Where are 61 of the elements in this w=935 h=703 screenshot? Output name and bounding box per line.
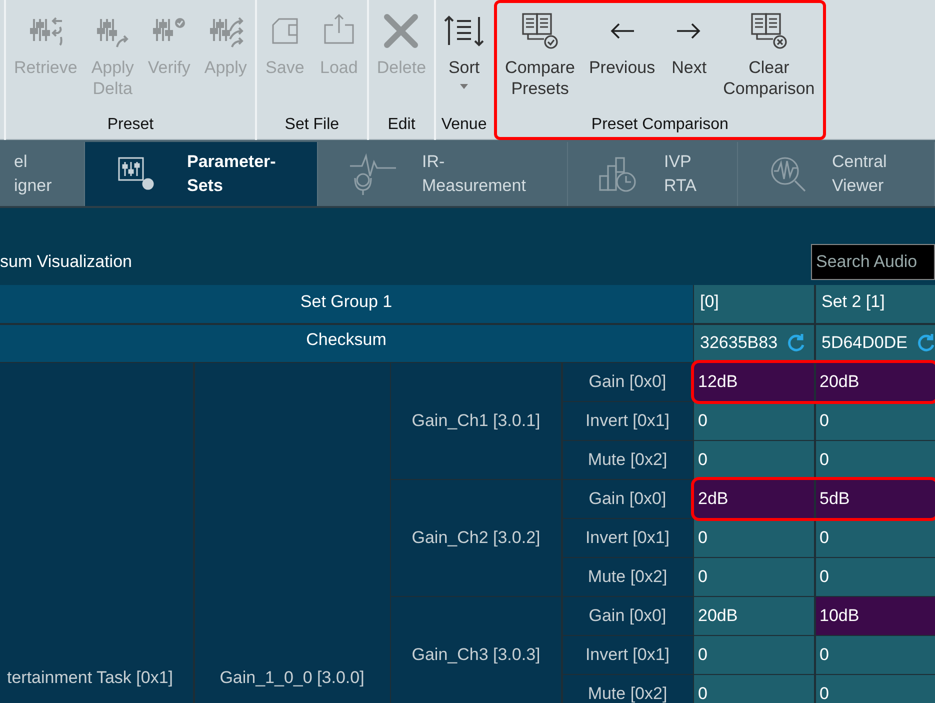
value-cell: 0 — [694, 402, 814, 440]
channel-label: Gain_Ch1 [3.0.1] — [412, 410, 540, 432]
refresh-icon[interactable] — [786, 333, 806, 353]
search-field[interactable]: Search Audio — [811, 244, 935, 280]
parameter-label: Invert [0x1] — [585, 644, 670, 666]
refresh-icon[interactable] — [916, 333, 935, 353]
value-cell: 0 — [816, 402, 935, 440]
value-cell: 20dB — [694, 597, 814, 634]
value-cell: 0 — [816, 519, 935, 556]
ribbon-group-label: Preset Comparison — [591, 115, 728, 135]
module-tab[interactable]: IR- Measurement — [318, 142, 568, 206]
ribbon-group-label: Set File — [284, 115, 340, 135]
module-tab[interactable]: Central Viewer — [738, 142, 935, 206]
parameter-label: Gain [0x0] — [588, 371, 666, 393]
value-cell: 0 — [816, 558, 935, 596]
ribbon-group-label: Preset — [107, 115, 154, 135]
value-cell: 0 — [694, 558, 814, 596]
panel-title: sum Visualization — [0, 250, 132, 273]
value-cell: 0 — [694, 519, 814, 556]
value-cell: 10dB — [816, 597, 935, 634]
waveform-microphone-icon — [348, 152, 398, 196]
parameter-label: Mute [0x2] — [588, 449, 668, 471]
value-cell: 0 — [816, 675, 935, 703]
value-cell: 2dB — [694, 480, 814, 518]
parameter-label: Mute [0x2] — [588, 566, 668, 588]
channel-label: Gain_Ch2 [3.0.2] — [412, 527, 540, 549]
set-header: [0] — [694, 285, 814, 323]
channel-label: Gain_Ch3 [3.0.3] — [412, 644, 540, 666]
ribbon-button[interactable]: Next — [665, 5, 714, 111]
ribbon-group-label: Venue — [441, 115, 487, 135]
parameter-label: Mute [0x2] — [588, 683, 668, 703]
caret-icon — [460, 84, 468, 89]
value-cell: 0 — [816, 441, 935, 478]
block-label: Gain_1_0_0 [3.0.0] — [220, 667, 364, 689]
compare-check-icon — [520, 11, 560, 51]
ribbon-group-label: Edit — [388, 115, 416, 135]
ribbon-button[interactable]: Compare Presets — [501, 5, 579, 111]
value-cell: 0 — [694, 636, 814, 674]
parameter-label: Gain [0x0] — [588, 605, 666, 627]
ribbon-button[interactable]: Clear Comparison — [719, 5, 819, 111]
value-cell: 5dB — [816, 480, 935, 518]
parameter-label: Invert [0x1] — [585, 527, 670, 549]
checksum-header: Checksum — [0, 324, 692, 362]
ribbon-button[interactable]: Previous — [584, 5, 660, 111]
ribbon-button[interactable]: Sort — [440, 5, 488, 111]
task-label: tertainment Task [0x1] — [7, 667, 173, 689]
module-tab[interactable]: Parameter- Sets — [85, 142, 318, 206]
value-cell: 12dB — [694, 363, 814, 400]
waveform-search-icon — [768, 154, 808, 194]
parameter-label: Gain [0x0] — [588, 488, 666, 510]
module-tab[interactable]: IVP RTA — [568, 142, 738, 206]
value-cell: 0 — [694, 675, 814, 703]
value-cell: 0 — [694, 441, 814, 478]
parameter-label: Invert [0x1] — [585, 410, 670, 432]
set-header: Set 2 [1] — [816, 285, 935, 323]
value-cell: 0 — [816, 636, 935, 674]
checksum-value: 5D64D0DE — [822, 332, 908, 354]
compare-clear-icon — [748, 11, 789, 51]
group-header: Set Group 1 — [0, 285, 692, 323]
checksum-value: 32635B83 — [700, 332, 778, 354]
value-cell: 20dB — [816, 363, 935, 400]
